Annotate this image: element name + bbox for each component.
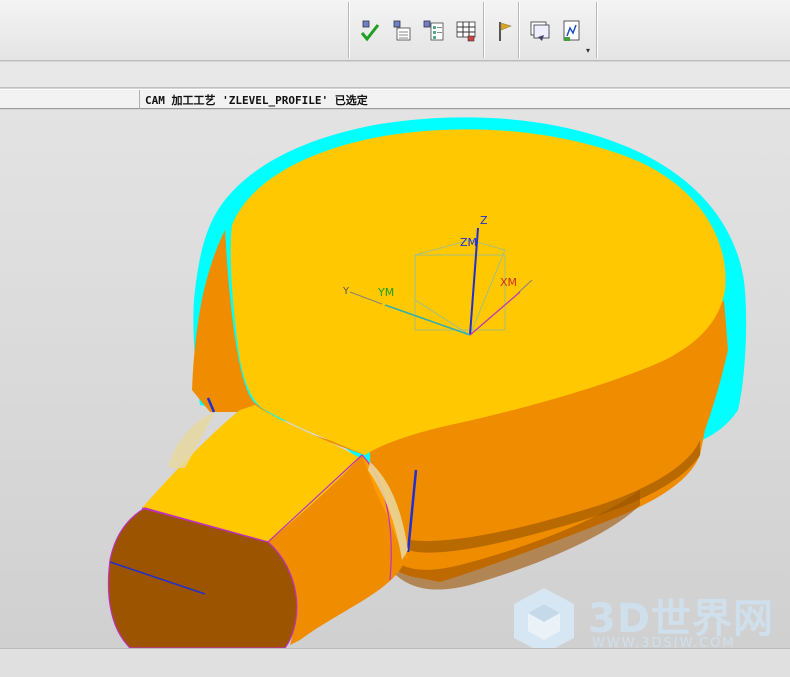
status-message: CAM 加工工艺 'ZLEVEL_PROFILE' 已选定 xyxy=(145,94,368,107)
part-model-svg xyxy=(107,117,747,648)
toolbar-overflow-chevron-icon[interactable]: ▾ xyxy=(586,46,590,55)
toolbar-separator xyxy=(518,2,520,58)
axis-label-y: Y xyxy=(343,286,350,297)
bottom-status-strip xyxy=(0,648,790,677)
output-clsf-icon xyxy=(563,20,580,41)
axis-label-xm: XM xyxy=(500,276,518,289)
toolbar-separator xyxy=(596,2,598,58)
post-process-button[interactable] xyxy=(491,16,519,46)
tool-list-button[interactable] xyxy=(420,16,448,46)
toolbar-group-operations xyxy=(352,4,484,58)
toolbar-separator xyxy=(348,2,350,58)
post-process-flag-icon xyxy=(499,22,512,41)
workpiece-table-icon xyxy=(456,21,476,42)
verify-toolpath-button[interactable] xyxy=(356,16,384,46)
shop-doc-icon xyxy=(530,21,550,41)
status-bar: CAM 加工工艺 'ZLEVEL_PROFILE' 已选定 xyxy=(0,89,790,109)
toolbar-group-output xyxy=(522,4,590,58)
axis-label-z: Z xyxy=(480,214,488,227)
status-cue-pane xyxy=(0,90,140,109)
verify-toolpath-icon xyxy=(360,20,380,42)
graphics-viewport[interactable]: Z ZM YM XM Y xyxy=(0,110,790,648)
toolbar-separator xyxy=(483,2,485,58)
axis-label-ym: YM xyxy=(378,286,395,299)
toolbar: ▾ xyxy=(0,0,790,61)
output-clsf-button[interactable] xyxy=(558,16,586,46)
workpiece-table-button[interactable] xyxy=(452,16,480,46)
axis-label-zm: ZM xyxy=(460,236,478,249)
operation-list-button[interactable] xyxy=(388,16,416,46)
operation-list-icon xyxy=(393,20,411,41)
secondary-toolbar-strip xyxy=(0,62,790,88)
shop-doc-button[interactable] xyxy=(526,16,554,46)
tool-list-icon xyxy=(423,20,444,41)
